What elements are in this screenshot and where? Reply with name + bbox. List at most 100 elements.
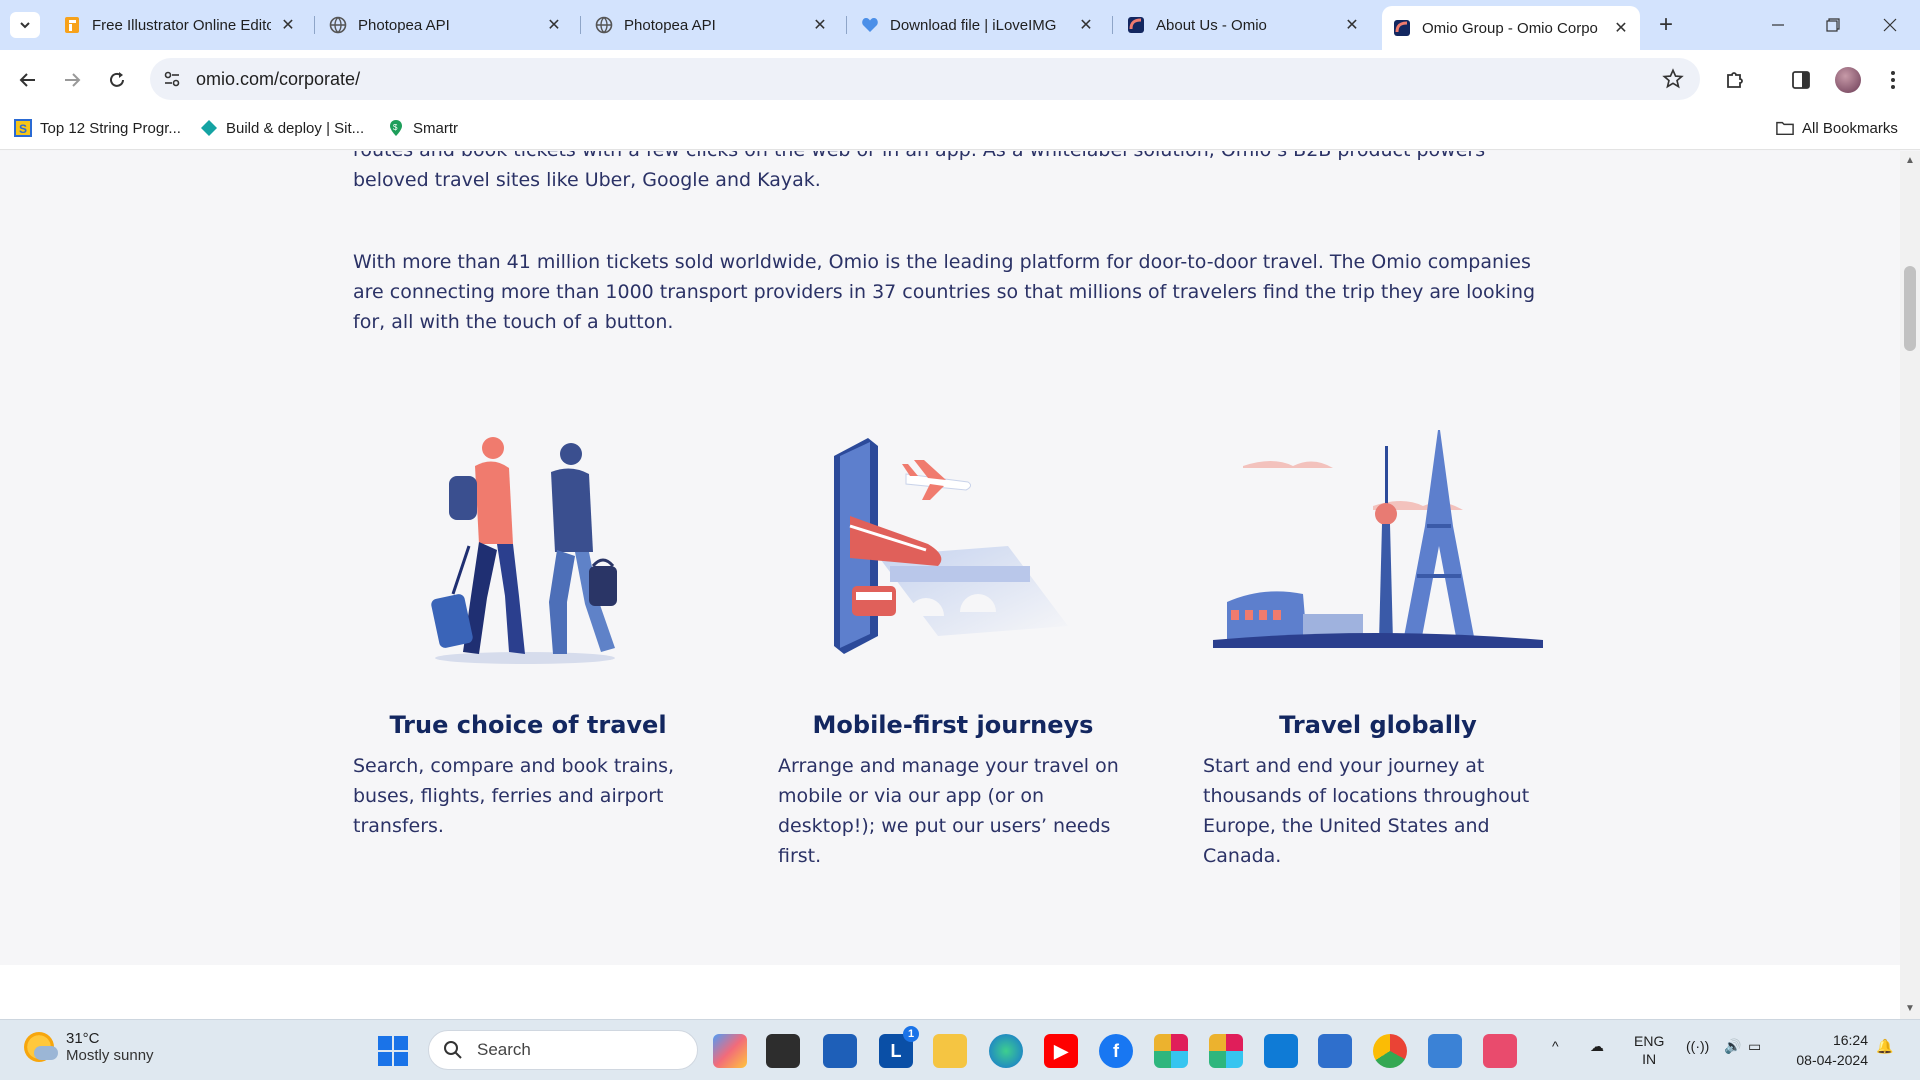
slack-icon[interactable] [1154,1034,1188,1068]
side-panel-icon [1792,71,1810,89]
minimize-icon [1772,24,1784,26]
system-clock[interactable]: 16:24 08-04-2024 [1796,1030,1868,1070]
volume-icon[interactable]: 🔊 [1724,1038,1741,1055]
copilot-app-icon[interactable] [713,1034,747,1068]
feature-description: Arrange and manage your travel on mobile… [778,755,1119,867]
close-window-button[interactable] [1870,10,1910,40]
feature-description: Search, compare and book trains, buses, … [353,755,675,837]
language-indicator[interactable]: ENG IN [1634,1032,1664,1068]
tab-strip: Free Illustrator Online Edito ✕ Photopea… [0,0,1920,50]
svg-text:S: S [19,122,27,136]
reload-button[interactable] [102,65,132,95]
back-button[interactable] [13,65,43,95]
profile-button[interactable] [1833,65,1863,95]
store-app-icon[interactable] [823,1034,857,1068]
tab-divider [846,16,847,34]
notepad-icon[interactable] [1318,1034,1352,1068]
extensions-button[interactable] [1720,65,1750,95]
feature-title: Travel globally [1279,711,1477,739]
windows-taskbar: 31°C Mostly sunny Search L1 ▶ f ^ ☁ ENG … [0,1019,1920,1080]
linkedin-app-icon[interactable]: L1 [879,1026,919,1068]
tab-search-button[interactable] [10,12,40,38]
bookmark-label: Top 12 String Progr... [40,119,181,137]
forward-button[interactable] [57,65,87,95]
weather-temperature: 31°C [66,1030,100,1047]
clock-time: 16:24 [1832,1032,1868,1048]
vscode-icon[interactable] [1264,1034,1298,1068]
battery-icon[interactable]: ▭ [1748,1038,1761,1055]
menu-button[interactable] [1878,65,1908,95]
onedrive-icon[interactable]: ☁ [1590,1038,1604,1055]
site-settings-icon[interactable] [162,69,182,89]
avatar [1835,67,1861,93]
file-explorer-icon[interactable] [933,1034,967,1068]
clock-date: 08-04-2024 [1796,1052,1868,1068]
scroll-down-arrow-icon[interactable]: ▼ [1904,1003,1916,1015]
travelers-illustration [353,426,703,666]
minimize-button[interactable] [1758,10,1798,40]
tab-illustrator[interactable]: Free Illustrator Online Edito ✕ [52,8,307,42]
tab-omio-group[interactable]: Omio Group - Omio Corpo ✕ [1382,6,1640,50]
chevron-down-icon [20,22,30,29]
feature-card-global: Travel globally Start and end your journ… [1203,426,1553,871]
kebab-menu-icon [1891,71,1895,89]
chrome-icon[interactable] [1373,1034,1407,1068]
slack-icon[interactable] [1209,1034,1243,1068]
close-icon[interactable]: ✕ [279,16,297,34]
bookmark-label: Smartr [413,119,458,137]
forward-arrow-icon [65,73,81,87]
bookmark-smartr[interactable]: $ Smartr [387,119,458,137]
tab-photopea-1[interactable]: Photopea API ✕ [318,8,573,42]
new-tab-button[interactable]: + [1652,11,1680,38]
start-button[interactable] [378,1036,408,1066]
wifi-icon[interactable]: ((·)) [1686,1038,1709,1054]
bookmarks-bar: S Top 12 String Progr... Build & deploy … [0,110,1920,150]
all-bookmarks-label: All Bookmarks [1802,119,1898,137]
close-icon[interactable]: ✕ [1612,19,1630,37]
scroll-up-arrow-icon[interactable]: ▲ [1904,155,1916,167]
puzzle-icon [1727,72,1743,88]
snipping-tool-icon[interactable] [1483,1034,1517,1068]
restore-button[interactable] [1813,10,1853,40]
edge-browser-icon[interactable] [989,1034,1023,1068]
search-icon [444,1041,462,1059]
feature-title: True choice of travel [389,711,667,739]
weather-widget[interactable]: 31°C Mostly sunny [24,1030,154,1064]
notification-bell-icon[interactable]: 🔔 [1876,1038,1893,1055]
close-icon[interactable]: ✕ [545,16,563,34]
heart-favicon [860,15,880,35]
url-text[interactable]: omio.com/corporate/ [196,69,360,90]
side-panel-button[interactable] [1786,65,1816,95]
address-bar[interactable]: omio.com/corporate/ [150,58,1700,100]
tab-title: Omio Group - Omio Corpo [1422,19,1598,37]
show-hidden-icons-chevron-icon[interactable]: ^ [1552,1038,1559,1054]
bookmark-label: Build & deploy | Sit... [226,119,365,137]
scrollbar-thumb[interactable] [1904,266,1916,351]
page-scrollbar[interactable]: ▲ ▼ [1900,151,1920,1019]
close-icon[interactable]: ✕ [811,16,829,34]
illustrator-favicon [62,15,82,35]
youtube-icon[interactable]: ▶ [1044,1034,1078,1068]
photos-app-icon[interactable] [1428,1034,1462,1068]
tab-about-omio[interactable]: About Us - Omio ✕ [1116,8,1371,42]
close-icon[interactable]: ✕ [1077,16,1095,34]
facebook-icon[interactable]: f [1099,1034,1133,1068]
close-icon [1883,18,1897,32]
smartr-favicon: $ [387,119,405,137]
tab-title: Photopea API [358,16,450,34]
notification-badge: 1 [903,1026,919,1042]
task-view-icon[interactable] [766,1034,800,1068]
tab-photopea-2[interactable]: Photopea API ✕ [584,8,839,42]
tab-title: About Us - Omio [1156,16,1267,34]
bookmark-string-programs[interactable]: S Top 12 String Progr... [14,119,181,137]
bookmark-build-deploy[interactable]: Build & deploy | Sit... [200,119,364,137]
bookmark-star-icon[interactable] [1662,68,1684,90]
close-icon[interactable]: ✕ [1343,16,1361,34]
landmarks-illustration [1203,426,1553,666]
tab-title: Free Illustrator Online Edito [92,16,271,34]
taskbar-search[interactable]: Search [428,1030,698,1070]
all-bookmarks-button[interactable]: All Bookmarks [1776,119,1898,137]
tab-iloveimg[interactable]: Download file | iLoveIMG ✕ [850,8,1105,42]
folder-icon [1776,119,1794,137]
feature-description: Start and end your journey at thousands … [1203,755,1530,867]
